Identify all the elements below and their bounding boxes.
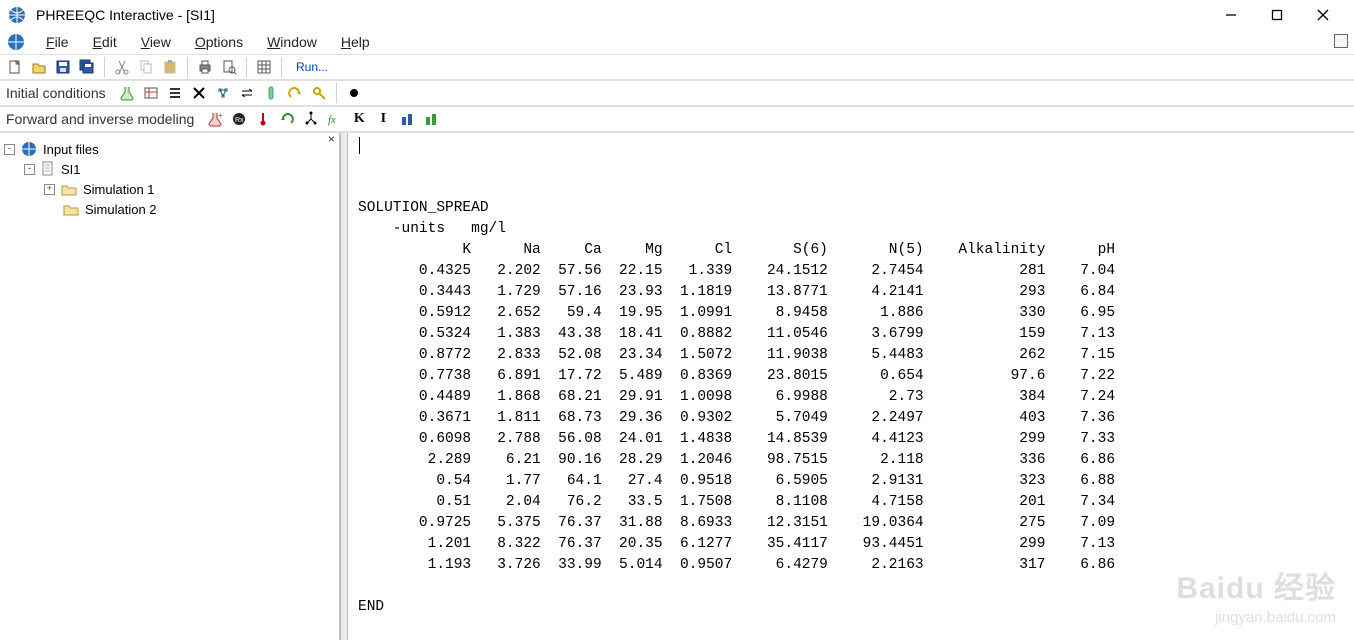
- editor-line: 1.193 3.726 33.99 5.014 0.9507 6.4279 2.…: [358, 555, 1344, 576]
- editor-line: K Na Ca Mg Cl S(6) N(5) Alkalinity pH: [358, 240, 1344, 261]
- editor-line: 0.3671 1.811 68.73 29.36 0.9302 5.7049 2…: [358, 408, 1344, 429]
- svg-text:fx: fx: [328, 114, 336, 126]
- collapse-icon[interactable]: -: [4, 144, 15, 155]
- editor-line: 0.51 2.04 76.2 33.5 1.7508 8.1108 4.7158…: [358, 492, 1344, 513]
- menu-window[interactable]: Window: [255, 32, 329, 52]
- molecule-icon[interactable]: [212, 82, 234, 104]
- editor-line: 0.4489 1.868 68.21 29.91 1.0098 6.9988 2…: [358, 387, 1344, 408]
- save-all-icon[interactable]: [76, 56, 98, 78]
- tree-sim1[interactable]: + Simulation 1: [4, 179, 335, 199]
- tree-sim-label: Simulation 2: [85, 202, 157, 217]
- tube-icon[interactable]: [260, 82, 282, 104]
- blue-bars-icon[interactable]: [396, 108, 418, 130]
- editor-line: 0.54 1.77 64.1 27.4 0.9518 6.5905 2.9131…: [358, 471, 1344, 492]
- initial-conditions-toolbar: Initial conditions: [0, 80, 1354, 106]
- title-bar: PHREEQC Interactive - [SI1]: [0, 0, 1354, 30]
- editor-line: 2.289 6.21 90.16 28.29 1.2046 98.7515 2.…: [358, 450, 1344, 471]
- doc-icon: [7, 33, 25, 51]
- tree-sim2[interactable]: Simulation 2: [4, 199, 335, 219]
- menu-file[interactable]: File: [34, 32, 81, 52]
- k-letter-icon[interactable]: K: [348, 108, 370, 130]
- key-icon[interactable]: [308, 82, 330, 104]
- undo-icon[interactable]: [276, 108, 298, 130]
- cut-icon[interactable]: [111, 56, 133, 78]
- standard-toolbar: Run...: [0, 54, 1354, 80]
- editor-line: 0.9725 5.375 76.37 31.88 8.6933 12.3151 …: [358, 513, 1344, 534]
- folder-icon: [63, 202, 79, 216]
- minimize-button[interactable]: [1208, 1, 1254, 29]
- tree-file[interactable]: - SI1: [4, 159, 335, 179]
- editor-pane[interactable]: SOLUTION_SPREAD -units mg/l K Na Ca Mg C…: [348, 133, 1354, 640]
- editor-line: SOLUTION_SPREAD: [358, 198, 1344, 219]
- init-label: Initial conditions: [4, 85, 114, 101]
- editor-line: 0.3443 1.729 57.16 23.93 1.1819 13.8771 …: [358, 282, 1344, 303]
- new-file-icon[interactable]: [4, 56, 26, 78]
- menu-view[interactable]: View: [129, 32, 183, 52]
- vertical-splitter[interactable]: [340, 133, 348, 640]
- svg-text:Rx: Rx: [235, 117, 244, 124]
- thermometer-icon[interactable]: [252, 108, 274, 130]
- menu-options[interactable]: Options: [183, 32, 255, 52]
- collapse-icon[interactable]: -: [24, 164, 35, 175]
- workspace: × - Input files - SI1 + Simulation 1 Sim…: [0, 132, 1354, 640]
- globe-icon: [21, 141, 37, 157]
- paste-icon[interactable]: [159, 56, 181, 78]
- redo-icon[interactable]: [284, 82, 306, 104]
- save-icon[interactable]: [52, 56, 74, 78]
- tree-close-icon[interactable]: ×: [328, 134, 335, 146]
- tree-root-label: Input files: [43, 142, 99, 157]
- editor-line: 0.4325 2.202 57.56 22.15 1.339 24.1512 2…: [358, 261, 1344, 282]
- beaker-plus-icon[interactable]: +: [204, 108, 226, 130]
- beaker-icon[interactable]: [116, 82, 138, 104]
- print-preview-icon[interactable]: [218, 56, 240, 78]
- expand-icon[interactable]: +: [44, 184, 55, 195]
- editor-line: 0.6098 2.788 56.08 24.01 1.4838 14.8539 …: [358, 429, 1344, 450]
- editor-line: [358, 576, 1344, 597]
- restore-button[interactable]: [1334, 34, 1348, 48]
- file-icon: [41, 161, 55, 177]
- app-icon: [8, 6, 26, 24]
- spread-icon[interactable]: [140, 82, 162, 104]
- menu-edit[interactable]: Edit: [81, 32, 129, 52]
- bars-icon[interactable]: [164, 82, 186, 104]
- open-file-icon[interactable]: [28, 56, 50, 78]
- folder-icon: [61, 182, 77, 196]
- modeling-toolbar: Forward and inverse modeling + Rx fx K I: [0, 106, 1354, 132]
- close-button[interactable]: [1300, 1, 1346, 29]
- tree-file-label: SI1: [61, 162, 81, 177]
- fx-icon[interactable]: fx: [324, 108, 346, 130]
- maximize-button[interactable]: [1254, 1, 1300, 29]
- copy-icon[interactable]: [135, 56, 157, 78]
- tree-root[interactable]: - Input files: [4, 139, 335, 159]
- reaction-circle-icon[interactable]: Rx: [228, 108, 250, 130]
- tree-branch-icon[interactable]: [300, 108, 322, 130]
- text-caret: [359, 137, 360, 154]
- x-icon[interactable]: [188, 82, 210, 104]
- svg-text:+: +: [218, 111, 223, 120]
- run-button[interactable]: Run...: [288, 60, 336, 74]
- menu-help[interactable]: Help: [329, 32, 382, 52]
- i-letter-icon[interactable]: I: [372, 108, 394, 130]
- editor-line: END: [358, 597, 1344, 618]
- editor-line: 1.201 8.322 76.37 20.35 6.1277 35.4117 9…: [358, 534, 1344, 555]
- tree-pane: × - Input files - SI1 + Simulation 1 Sim…: [0, 133, 340, 640]
- menu-bar: FileEditViewOptionsWindowHelp: [0, 30, 1354, 54]
- editor-line: 0.7738 6.891 17.72 5.489 0.8369 23.8015 …: [358, 366, 1344, 387]
- editor-line: 0.5912 2.652 59.4 19.95 1.0991 8.9458 1.…: [358, 303, 1344, 324]
- window-title: PHREEQC Interactive - [SI1]: [36, 7, 215, 23]
- editor-line: 0.5324 1.383 43.38 18.41 0.8882 11.0546 …: [358, 324, 1344, 345]
- green-bars-icon[interactable]: [420, 108, 442, 130]
- equilibrium-icon[interactable]: [236, 82, 258, 104]
- record-icon[interactable]: [343, 82, 365, 104]
- window-controls: [1208, 1, 1346, 29]
- print-icon[interactable]: [194, 56, 216, 78]
- tree-content: - Input files - SI1 + Simulation 1 Simul…: [0, 133, 339, 225]
- tree-sim-label: Simulation 1: [83, 182, 155, 197]
- editor-line: 0.8772 2.833 52.08 23.34 1.5072 11.9038 …: [358, 345, 1344, 366]
- editor-line: -units mg/l: [358, 219, 1344, 240]
- model-label: Forward and inverse modeling: [4, 111, 202, 127]
- grid-icon[interactable]: [253, 56, 275, 78]
